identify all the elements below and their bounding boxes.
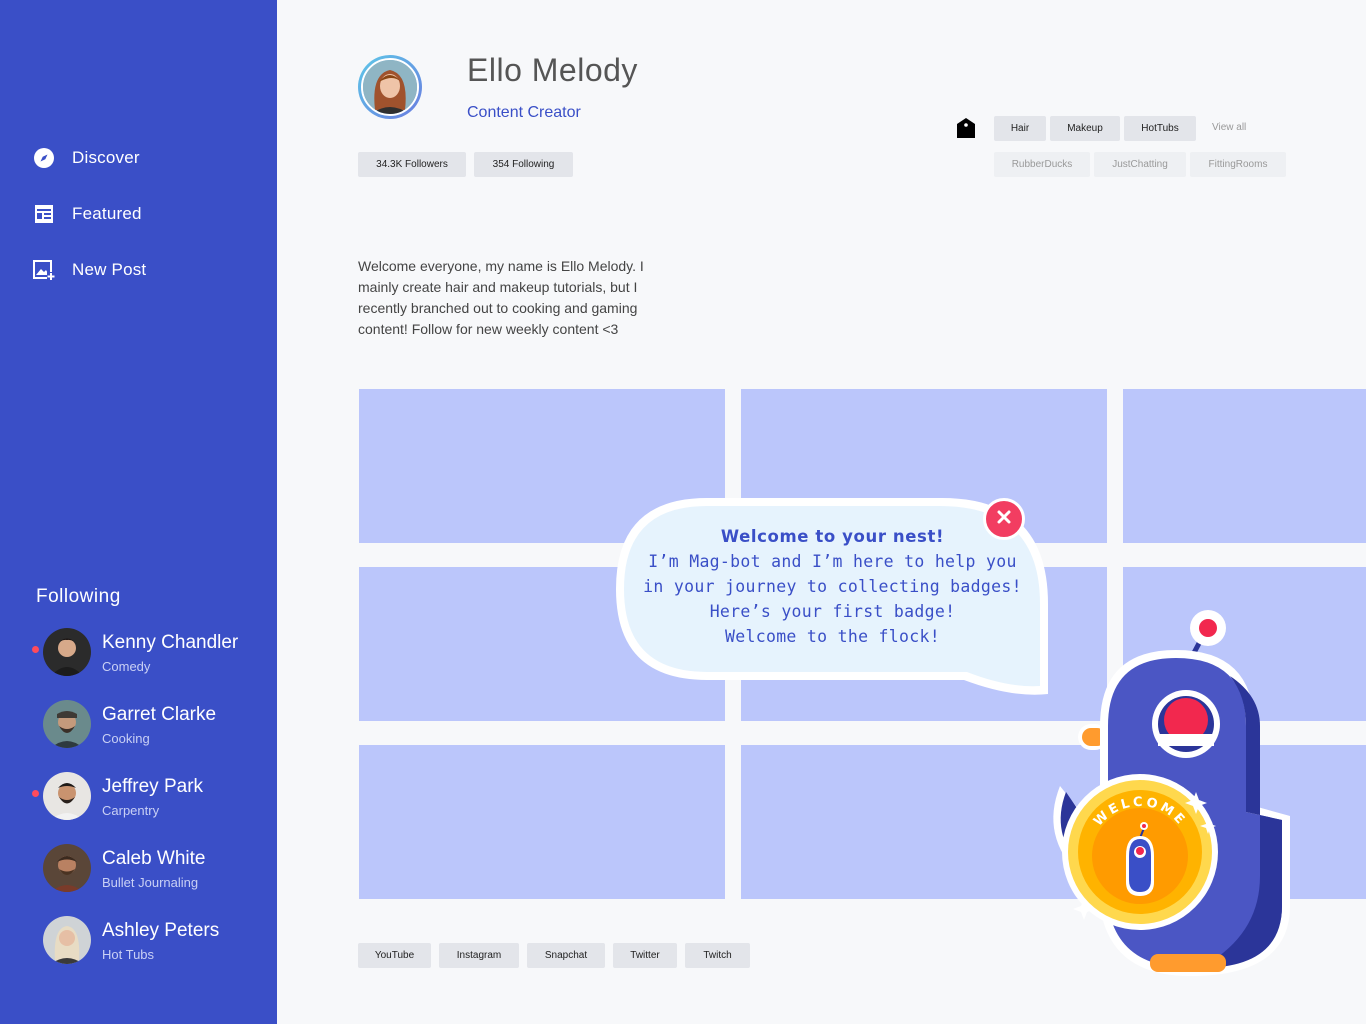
tag-fittingrooms[interactable]: FittingRooms xyxy=(1190,152,1286,177)
close-icon xyxy=(996,509,1012,530)
following-item-jeffrey-park[interactable]: Jeffrey Park Carpentry xyxy=(30,772,270,822)
profile-avatar[interactable] xyxy=(358,55,422,119)
profile-name: Ello Melody xyxy=(467,52,638,88)
post-tile[interactable] xyxy=(359,745,725,899)
following-category: Bullet Journaling xyxy=(102,875,199,890)
avatar xyxy=(43,772,91,820)
mag-bot-mascot: WELCOME xyxy=(1053,610,1290,976)
following-category: Comedy xyxy=(102,659,151,674)
nav-new-post[interactable]: New Post xyxy=(33,258,146,282)
following-name: Kenny Chandler xyxy=(102,632,239,653)
avatar xyxy=(43,916,91,964)
following-category: Carpentry xyxy=(102,803,160,818)
add-photo-icon xyxy=(33,259,55,281)
profile-bio: Welcome everyone, my name is Ello Melody… xyxy=(358,258,644,337)
welcome-line: in your journey to collecting badges! xyxy=(643,577,1022,596)
profile-role: Content Creator xyxy=(467,104,581,121)
tag-icon xyxy=(957,118,975,138)
following-name: Ashley Peters xyxy=(102,920,220,941)
following-item-ashley-peters[interactable]: Ashley Peters Hot Tubs xyxy=(30,916,270,966)
tag-rubberducks[interactable]: RubberDucks xyxy=(994,152,1090,177)
welcome-line: I’m Mag-bot and I’m here to help you xyxy=(648,552,1017,571)
welcome-message: Welcome to your nest! I’m Mag-bot and I’… xyxy=(640,524,1025,649)
welcome-line: Here’s your first badge! xyxy=(709,602,956,621)
welcome-title: Welcome to your nest! xyxy=(720,527,945,546)
following-name: Caleb White xyxy=(102,848,206,869)
following-title: Following xyxy=(36,586,121,607)
tag-hottubs[interactable]: HotTubs xyxy=(1124,116,1196,141)
featured-icon xyxy=(33,203,55,225)
social-youtube-button[interactable]: YouTube xyxy=(358,943,431,968)
nav-new-post-label: New Post xyxy=(72,260,147,279)
following-count-button[interactable]: 354 Following xyxy=(474,152,573,177)
following-item-caleb-white[interactable]: Caleb White Bullet Journaling xyxy=(30,844,270,894)
online-indicator xyxy=(32,646,39,653)
social-instagram-button[interactable]: Instagram xyxy=(439,943,519,968)
followers-count-button[interactable]: 34.3K Followers xyxy=(358,152,466,177)
close-popup-button[interactable] xyxy=(983,498,1025,540)
avatar xyxy=(43,628,91,676)
nav-discover[interactable]: Discover xyxy=(33,146,140,170)
tag-hair[interactable]: Hair xyxy=(994,116,1046,141)
following-item-garret-clarke[interactable]: Garret Clarke Cooking xyxy=(30,700,270,750)
view-all-tags-link[interactable]: View all xyxy=(1212,122,1246,133)
following-category: Hot Tubs xyxy=(102,947,155,962)
following-item-kenny-chandler[interactable]: Kenny Chandler Comedy xyxy=(30,628,270,678)
welcome-line: Welcome to the flock! xyxy=(725,627,940,646)
social-twitch-button[interactable]: Twitch xyxy=(685,943,750,968)
nav-featured-label: Featured xyxy=(72,204,142,223)
nav-featured[interactable]: Featured xyxy=(33,202,142,226)
online-indicator xyxy=(32,790,39,797)
nav-discover-label: Discover xyxy=(72,148,140,167)
social-twitter-button[interactable]: Twitter xyxy=(613,943,677,968)
following-name: Jeffrey Park xyxy=(102,776,204,797)
avatar xyxy=(43,700,91,748)
post-tile[interactable] xyxy=(1123,389,1366,543)
tag-makeup[interactable]: Makeup xyxy=(1050,116,1120,141)
avatar xyxy=(43,844,91,892)
sidebar: Discover Featured New Post Following Ken… xyxy=(0,0,277,1024)
social-snapchat-button[interactable]: Snapchat xyxy=(527,943,605,968)
compass-icon xyxy=(33,147,55,169)
following-category: Cooking xyxy=(102,731,150,746)
following-name: Garret Clarke xyxy=(102,704,217,725)
tag-justchatting[interactable]: JustChatting xyxy=(1094,152,1186,177)
